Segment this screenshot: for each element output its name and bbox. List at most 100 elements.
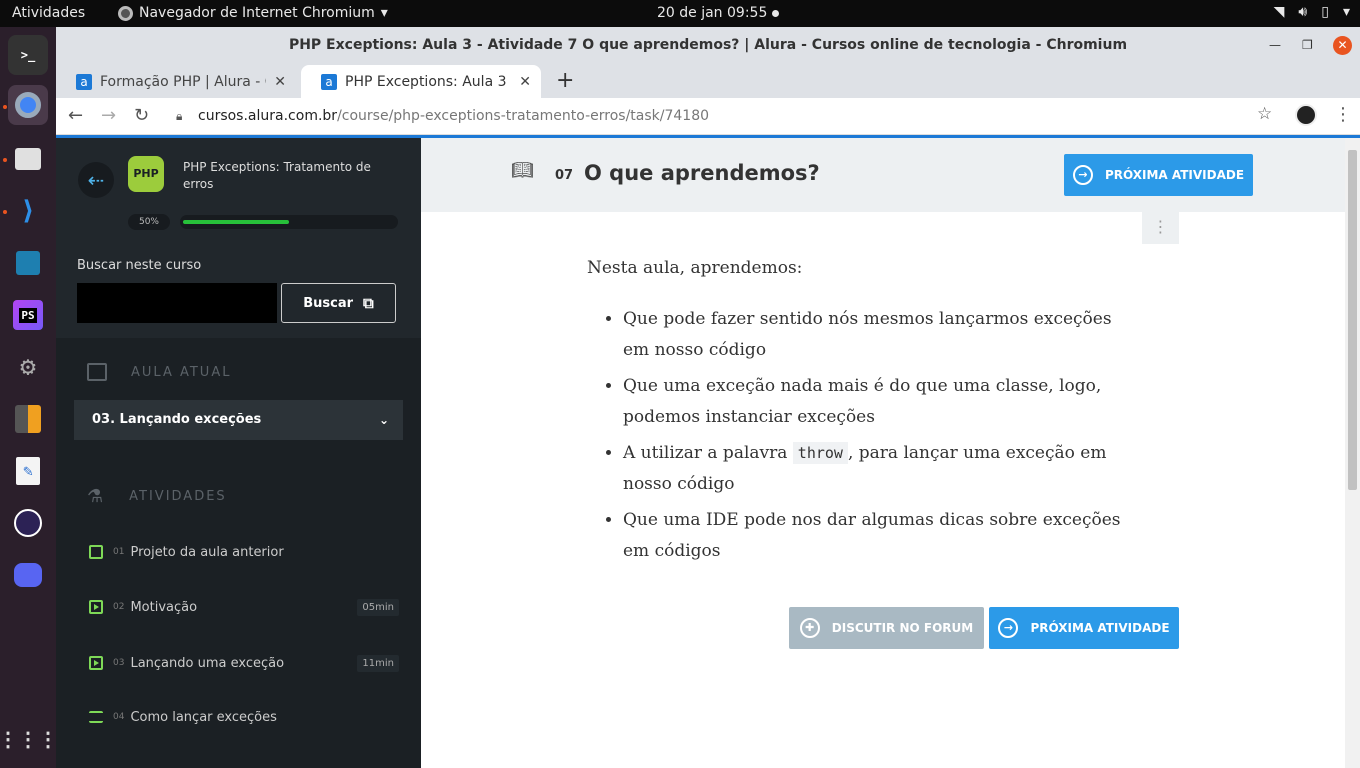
list-item: A utilizar a palavra throw, para lançar … [623, 438, 1127, 500]
activity-item-01[interactable]: 01 Projeto da aula anterior [89, 540, 399, 564]
activity-item-04[interactable]: 04 Como lançar exceções [89, 705, 399, 729]
close-tab-icon[interactable]: ✕ [519, 74, 531, 90]
activity-number: 02 [113, 602, 125, 612]
task-title: O que aprendemos? [584, 161, 820, 185]
task-number: 07 [555, 168, 574, 183]
settings-icon[interactable]: ⚙ [8, 347, 48, 387]
new-tab-button[interactable]: + [556, 68, 574, 93]
lesson-dropdown[interactable]: 03. Lançando exceções ⌄ [74, 400, 403, 440]
terminal-icon[interactable]: >_ [8, 35, 48, 75]
activity-item-03[interactable]: 03 Lançando uma exceção 11min [89, 651, 399, 675]
next-activity-button-bottom[interactable]: → PRÓXIMA ATIVIDADE [989, 607, 1179, 649]
scrollbar-thumb[interactable] [1348, 150, 1357, 490]
search-button[interactable]: Buscar ⧉ [281, 283, 396, 323]
sidebar-header: ⇠ PHP PHP Exceptions: Tratamento de erro… [56, 138, 421, 338]
close-window-button[interactable]: ✕ [1333, 36, 1352, 55]
forum-button-label: DISCUTIR NO FORUM [831, 621, 974, 635]
tab-php-exceptions[interactable]: a PHP Exceptions: Aula 3 - Atividade 7 O… [301, 65, 541, 98]
tab-label: Formação PHP | Alura - Cursos online de … [100, 73, 266, 90]
close-tab-icon[interactable]: ✕ [274, 74, 286, 90]
clock[interactable]: 20 de jan 09:55 [657, 5, 767, 21]
running-indicator [3, 210, 7, 214]
search-label: Buscar neste curso [77, 258, 202, 273]
app-menu[interactable]: Navegador de Internet Chromium ▾ [118, 5, 388, 21]
browser-toolbar: ← → ↻ 🔒︎ cursos.alura.com.br/course/php-… [56, 98, 1360, 135]
list-item: Que pode fazer sentido nós mesmos lançar… [623, 304, 1127, 366]
more-options-icon[interactable]: ⋮ [1142, 212, 1179, 244]
open-book-icon: 📖︎ [511, 160, 534, 181]
running-indicator [3, 158, 7, 162]
list-item: Que uma IDE pode nos dar algumas dicas s… [623, 505, 1127, 567]
discord-icon[interactable] [8, 555, 48, 595]
lesson-dropdown-value: 03. Lançando exceções [92, 412, 262, 427]
reload-icon[interactable]: ↻ [134, 105, 149, 126]
chevron-down-icon: ⌄ [378, 413, 389, 427]
arrow-right-circle-icon: → [998, 618, 1019, 638]
tray-caret-icon: ▾ [1342, 4, 1350, 20]
course-search-input[interactable] [77, 283, 277, 323]
page-scrollbar[interactable] [1345, 138, 1360, 768]
lifebuoy-icon: ✚ [799, 618, 820, 638]
course-title[interactable]: PHP Exceptions: Tratamento de erros [183, 159, 383, 193]
software-icon[interactable] [8, 243, 48, 283]
window-titlebar[interactable]: PHP Exceptions: Aula 3 - Atividade 7 O q… [56, 27, 1360, 64]
list-icon [89, 711, 103, 723]
task-header: 📖︎ 07 O que aprendemos? → PRÓXIMA ATIVID… [421, 138, 1345, 212]
book-icon [89, 545, 103, 559]
bookmark-star-icon[interactable]: ☆ [1257, 104, 1272, 124]
alura-favicon-icon: a [321, 73, 337, 90]
url-path: /course/php-exceptions-tratamento-erros/… [337, 108, 710, 124]
video-play-icon [89, 656, 103, 670]
list-item: Que uma exceção nada mais é do que uma c… [623, 371, 1127, 433]
tab-strip: a Formação PHP | Alura - Cursos online d… [56, 64, 1360, 98]
activities-button[interactable]: Atividades [12, 5, 85, 21]
system-tray[interactable]: ◥ 🔊︎ ▯ ▾ [1274, 4, 1350, 20]
profile-avatar[interactable] [1295, 104, 1317, 126]
system-top-bar: Atividades Navegador de Internet Chromiu… [0, 0, 1360, 27]
activities-heading: ⚗ ATIVIDADES [87, 486, 227, 507]
maximize-button[interactable]: ❐ [1302, 27, 1313, 64]
activity-duration: 11min [357, 654, 399, 672]
content-intro: Nesta aula, aprendemos: [587, 258, 803, 278]
current-lesson-heading: AULA ATUAL [87, 363, 231, 381]
volume-icon: 🔊︎ [1298, 4, 1308, 20]
next-activity-label: PRÓXIMA ATIVIDADE [1030, 621, 1170, 635]
apps-grid-icon[interactable]: ⋮⋮⋮ [0, 719, 58, 759]
progress-percent: 50% [128, 214, 170, 230]
next-activity-label: PRÓXIMA ATIVIDADE [1104, 168, 1245, 182]
next-activity-button-top[interactable]: → PRÓXIMA ATIVIDADE [1064, 154, 1253, 196]
search-button-label: Buscar [303, 295, 354, 311]
arrow-right-circle-icon: → [1072, 165, 1093, 185]
tab-formacao-php[interactable]: a Formação PHP | Alura - Cursos online d… [56, 65, 296, 98]
lock-icon: 🔒︎ [176, 109, 183, 123]
wifi-icon: ◥ [1273, 4, 1285, 20]
vscode-icon[interactable]: ⟩ [8, 191, 48, 231]
text-editor-icon[interactable]: ✎ [8, 451, 48, 491]
running-indicator [3, 105, 7, 109]
eclipse-icon[interactable] [8, 503, 48, 543]
back-arrow-icon[interactable]: ← [68, 105, 83, 126]
app-menu-label: Navegador de Internet Chromium [139, 5, 375, 21]
back-to-course-icon[interactable]: ⇠ [78, 162, 114, 198]
progress-bar [180, 215, 398, 229]
activity-item-02[interactable]: 02 Motivação 05min [89, 595, 399, 619]
chromium-icon [118, 5, 133, 21]
activity-number: 01 [113, 547, 125, 557]
section-label: AULA ATUAL [131, 364, 232, 380]
activity-label: Como lançar exceções [130, 709, 277, 725]
section-label: ATIVIDADES [129, 489, 227, 504]
learned-list: Que pode fazer sentido nós mesmos lançar… [587, 304, 1127, 567]
video-play-icon [89, 600, 103, 614]
php-elephant-icon: PHP [128, 156, 164, 192]
address-bar[interactable]: 🔒︎ cursos.alura.com.br/course/php-except… [172, 103, 1282, 130]
discuss-forum-button[interactable]: ✚ DISCUTIR NO FORUM [789, 607, 984, 649]
activity-label: Motivação [130, 599, 198, 615]
phpstorm-icon[interactable]: PS [8, 295, 48, 335]
forward-arrow-icon[interactable]: → [101, 105, 116, 126]
browser-menu-icon[interactable]: ⋮ [1334, 104, 1352, 125]
minimize-button[interactable]: — [1269, 27, 1281, 64]
notification-dot [772, 10, 779, 17]
files-icon[interactable] [8, 139, 48, 179]
chromium-icon[interactable] [8, 85, 48, 125]
calculator-icon[interactable] [8, 399, 48, 439]
